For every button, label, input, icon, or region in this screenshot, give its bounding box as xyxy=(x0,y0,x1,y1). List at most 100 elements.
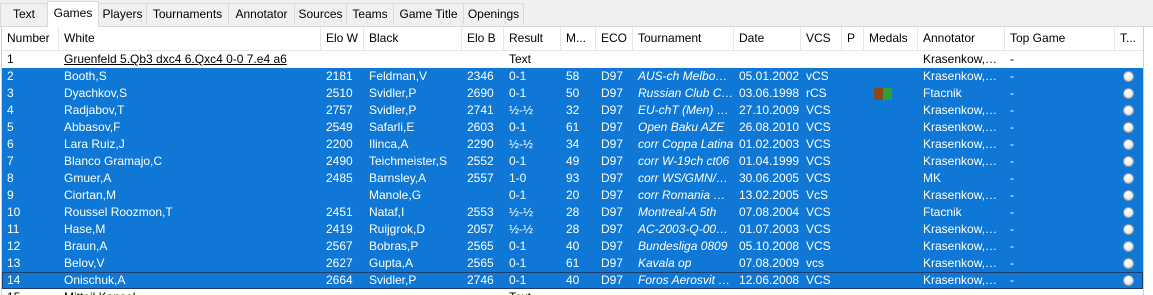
table-row[interactable]: 10 Roussel Roozmon,T 2451 Nataf,I 2553 ½-½ 28 D… xyxy=(2,204,1143,221)
cell-top-game xyxy=(1005,289,1115,295)
cell-number: 12 xyxy=(7,239,21,253)
cell-top-game: - xyxy=(1010,273,1014,287)
cell-annotator: Krasenkow,M... xyxy=(923,52,1005,66)
cell-elo-white: 2490 xyxy=(326,154,353,168)
cell-elo-black: 2552 xyxy=(467,154,494,168)
column-header-white[interactable]: White xyxy=(59,27,321,50)
cell-eco: D97 xyxy=(601,69,624,83)
column-header-vcs[interactable]: VCS xyxy=(801,27,842,50)
column-header-elo-black[interactable]: Elo B xyxy=(462,27,504,50)
table-header: Number White Elo W Black Elo B Result M.… xyxy=(2,27,1143,51)
cell-elo-black xyxy=(462,51,504,68)
tab-sources[interactable]: Sources xyxy=(294,3,347,25)
tab-players[interactable]: Players xyxy=(98,3,147,25)
cell-p xyxy=(842,136,864,153)
tab-game-title[interactable]: Game Title xyxy=(393,3,464,25)
cell-black: Teichmeister,S xyxy=(369,154,448,168)
cell-elo-black xyxy=(462,289,504,295)
cell-vcs: VCS xyxy=(806,222,831,236)
column-header-eco[interactable]: ECO xyxy=(596,27,633,50)
table-row[interactable]: 6 Lara Ruiz,J 2200 Ilinca,A 2290 ½-½ 34 D97 corr… xyxy=(2,136,1143,153)
cell-top-game: - xyxy=(1010,52,1014,66)
table-row[interactable]: 12 Braun,A 2567 Bobras,P 2565 0-1 40 D97 Bundesl… xyxy=(2,238,1143,255)
column-header-p[interactable]: P xyxy=(842,27,864,50)
table-row[interactable]: 8 Gmuer,A 2485 Barnsley,A 2557 1-0 93 D97 corr W… xyxy=(2,170,1143,187)
column-header-t[interactable]: T... xyxy=(1115,27,1143,50)
cell-date: 01.02.2003 xyxy=(739,137,800,151)
cell-annotator: Krasenkow,M... xyxy=(923,256,1005,270)
tab-openings[interactable]: Openings xyxy=(463,3,524,25)
cell-date: 05.10.2008 xyxy=(739,239,800,253)
cell-moves xyxy=(561,289,596,295)
cell-top-game: - xyxy=(1010,86,1014,100)
table-row[interactable]: 11 Hase,M 2419 Ruijgrok,D 2057 ½-½ 28 D97 AC-200… xyxy=(2,221,1143,238)
cell-annotator: Krasenkow,M... xyxy=(923,273,1005,287)
cell-top-game: - xyxy=(1010,205,1014,219)
cell-date: 27.10.2009 xyxy=(739,103,800,117)
column-header-annotator[interactable]: Annotator xyxy=(918,27,1005,50)
table-row[interactable]: 5 Abbasov,F 2549 Safarli,E 2603 0-1 61 D97 Open … xyxy=(2,119,1143,136)
table-row[interactable]: 13 Belov,V 2627 Gupta,A 2565 0-1 61 D97 Kavala o… xyxy=(2,255,1143,272)
column-header-black[interactable]: Black xyxy=(364,27,462,50)
column-header-moves[interactable]: M... xyxy=(561,27,596,50)
table-row[interactable]: 7 Blanco Gramajo,C 2490 Teichmeister,S 2552 0… xyxy=(2,153,1143,170)
table-row[interactable]: 4 Radjabov,T 2757 Svidler,P 2741 ½-½ 32 D97 EU-c… xyxy=(2,102,1143,119)
cell-top-game: - xyxy=(1010,120,1014,134)
table-row[interactable]: 15Mitteil,Kapsel Text xyxy=(2,289,1143,295)
cell-number: 5 xyxy=(7,120,14,134)
tab-teams[interactable]: Teams xyxy=(346,3,394,25)
cell-elo-black: 2557 xyxy=(467,171,494,185)
cell-elo-white: 2549 xyxy=(326,120,353,134)
table-row[interactable]: 9 Ciortan,M Manole,G 0-1 20 D97 corr Romania C… xyxy=(2,187,1143,204)
table-row[interactable]: 2 Booth,S 2181 Feldman,V 2346 0-1 58 D97 AUS-ch … xyxy=(2,68,1143,85)
status-dot-icon xyxy=(1123,241,1134,252)
cell-result: ½-½ xyxy=(509,205,534,219)
column-header-medals[interactable]: Medals xyxy=(864,27,918,50)
column-header-date[interactable]: Date xyxy=(734,27,801,50)
cell-eco: D97 xyxy=(601,120,624,134)
cell-moves: 40 xyxy=(566,273,580,287)
cell-top-game: - xyxy=(1010,171,1014,185)
cell-vcs: VCS xyxy=(806,120,831,134)
cell-elo-white: 2419 xyxy=(326,222,353,236)
cell-tournament: Russian Club Cup xyxy=(638,86,734,100)
cell-moves: 34 xyxy=(566,137,580,151)
cell-p xyxy=(842,51,864,68)
cell-white: Gmuer,A xyxy=(64,171,112,185)
cell-vcs: VCS xyxy=(806,154,831,168)
table-row[interactable]: 1 Gruenfeld 5.Qb3 dxc4 6.Qxc4 0-0 7.e4 a6… xyxy=(2,51,1143,68)
cell-vcs: VCS xyxy=(806,137,831,151)
column-header-elo-white[interactable]: Elo W xyxy=(321,27,364,50)
cell-annotator: Krasenkow,M... xyxy=(923,103,1005,117)
cell-elo-white: 2200 xyxy=(326,137,353,151)
cell-eco: D97 xyxy=(601,137,624,151)
table-row[interactable]: 3 Dyachkov,S 2510 Svidler,P 2690 0-1 50 D97 Russ… xyxy=(2,85,1143,102)
tab-annotator[interactable]: Annotator xyxy=(228,3,295,25)
cell-elo-white: 2627 xyxy=(326,256,353,270)
cell-annotator: Ftacnik xyxy=(923,86,962,100)
cell-p xyxy=(842,187,864,204)
table-row[interactable]: 14 Onischuk,A 2664 Svidler,P 2746 0-1 40 D97 For… xyxy=(2,272,1143,289)
cell-black: Nataf,I xyxy=(369,205,405,219)
tab-tournaments[interactable]: Tournaments xyxy=(146,3,229,25)
cell-tournament xyxy=(633,51,734,68)
column-header-result[interactable]: Result xyxy=(504,27,561,50)
cell-eco xyxy=(596,51,633,68)
cell-vcs: VCS xyxy=(806,103,831,117)
column-header-top-game[interactable]: Top Game xyxy=(1005,27,1115,50)
cell-elo-black: 2290 xyxy=(467,137,494,151)
cell-white: Hase,M xyxy=(64,222,106,236)
cell-tournament: Bundesliga 0809 xyxy=(638,239,728,253)
cell-result: 0-1 xyxy=(509,256,527,270)
cell-number: 14 xyxy=(7,273,21,287)
cell-annotator: Krasenkow,M... xyxy=(923,222,1005,236)
cell-result: ½-½ xyxy=(509,137,534,151)
cell-tournament: Open Baku AZE xyxy=(638,120,725,134)
cell-eco: D97 xyxy=(601,171,624,185)
column-header-number[interactable]: Number xyxy=(2,27,59,50)
column-header-tournament[interactable]: Tournament xyxy=(633,27,734,50)
tab-text[interactable]: Text xyxy=(0,3,48,25)
cell-date: 03.06.1998 xyxy=(739,86,800,100)
tab-games[interactable]: Games xyxy=(47,1,99,27)
cell-moves xyxy=(561,51,596,68)
